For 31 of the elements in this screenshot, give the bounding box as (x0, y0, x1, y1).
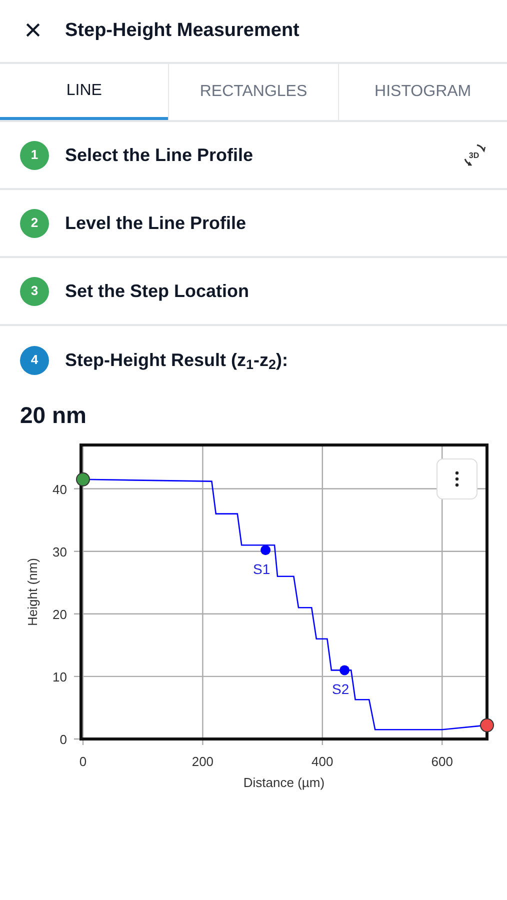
x-tick-label: 0 (79, 754, 87, 768)
screen-title: Step-Height Measurement (65, 18, 300, 43)
tab[interactable]: HISTOGRAM (338, 64, 507, 120)
step-number: 1 (20, 140, 49, 170)
y-tick-label: 20 (52, 606, 67, 622)
tab[interactable]: RECTANGLES (168, 64, 338, 120)
start-handle[interactable] (76, 472, 90, 486)
step-title: Level the Line Profile (65, 212, 248, 234)
end-handle[interactable] (480, 718, 494, 732)
marker-label: S2 (332, 680, 350, 697)
step-number: 3 (20, 276, 49, 306)
step-marker[interactable] (340, 664, 350, 675)
x-axis-title: Distance (µm) (243, 774, 325, 790)
result-value: 20 nm (20, 401, 86, 430)
step-title: Set the Step Location (65, 280, 250, 303)
close-button[interactable]: × (20, 15, 46, 47)
x-tick-label: 600 (431, 754, 453, 768)
y-tick-label: 40 (52, 481, 67, 496)
x-tick-label: 400 (312, 754, 334, 768)
y-axis-title: Height (nm) (25, 558, 40, 626)
tab[interactable]: LINE (0, 64, 168, 120)
marker-label: S1 (252, 560, 270, 577)
y-tick-label: 30 (52, 544, 67, 559)
x-tick-label: 200 (192, 754, 214, 768)
step-title: Step-Height Result (z$_{1}$-z$_{2}$): (65, 348, 290, 374)
step-marker[interactable] (260, 544, 271, 555)
step-number: 2 (20, 208, 49, 238)
y-tick-label: 10 (52, 668, 67, 684)
y-tick-label: 0 (60, 732, 67, 746)
step-number: 4 (20, 346, 49, 374)
step-title: Select the Line Profile (65, 144, 254, 166)
